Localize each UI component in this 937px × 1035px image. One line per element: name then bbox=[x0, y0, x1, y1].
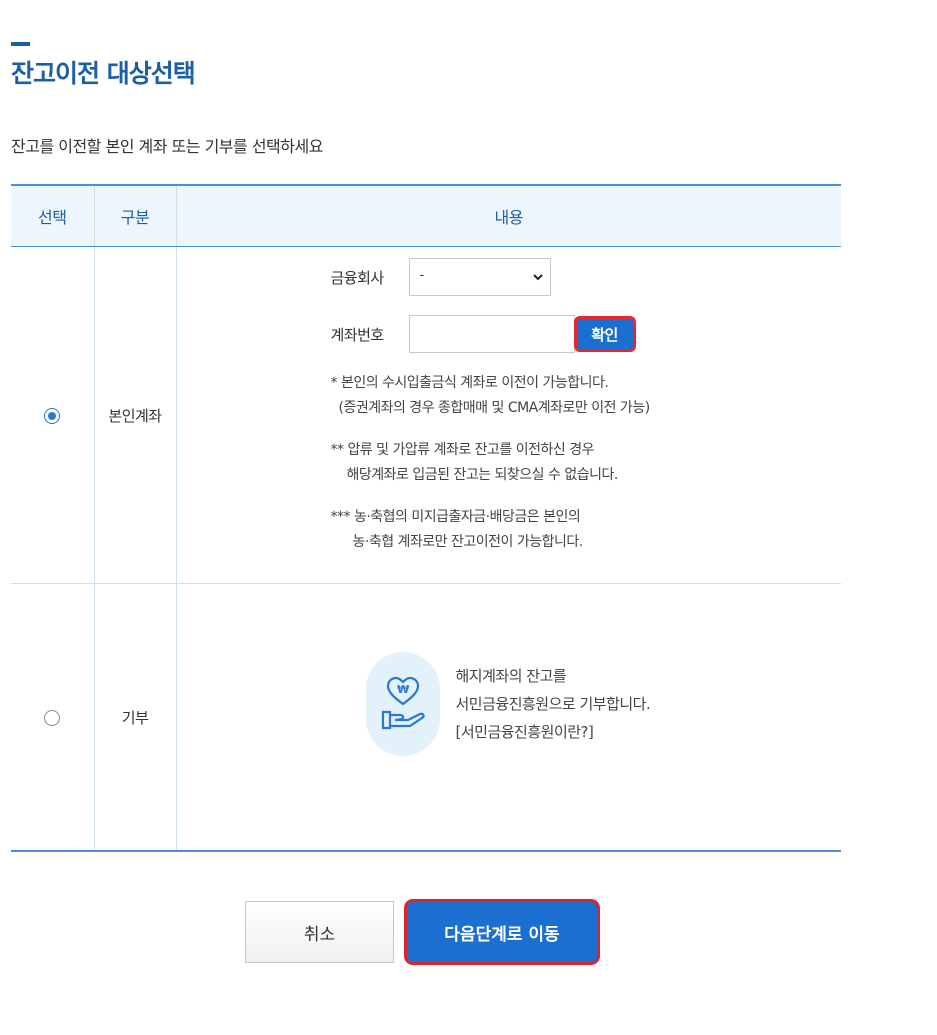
select-cell bbox=[11, 246, 95, 584]
table-header-row: 선택 구분 내용 bbox=[11, 185, 841, 247]
category-donation: 기부 bbox=[94, 583, 177, 851]
donation-text-line1: 해지계좌의 잔고를 bbox=[455, 667, 567, 685]
transfer-target-table: 선택 구분 내용 본인계좌 금융회사 - 계좌번호 확인 * 본인의 수시입출금… bbox=[11, 184, 841, 852]
note1-line1: * 본인의 수시입출금식 계좌로 이전이 가능합니다. bbox=[330, 375, 609, 391]
header-select: 선택 bbox=[11, 185, 95, 247]
account-form: 금융회사 - 계좌번호 확인 * 본인의 수시입출금식 계좌로 이전이 가능합니… bbox=[331, 257, 811, 572]
donation-description: 해지계좌의 잔고를 서민금융진흥원으로 기부합니다. [서민금융진흥원이란?] bbox=[456, 662, 651, 746]
bank-row: 금융회사 - bbox=[331, 257, 811, 297]
donation-info: ₩ 해지계좌의 잔고를 서민금융진흥원으로 기부합니다. [서민금융진흥원이란?… bbox=[365, 652, 651, 756]
chevron-down-icon bbox=[532, 274, 543, 281]
note2-line1: ** 압류 및 가압류 계좌로 잔고를 이전하신 경우 bbox=[330, 442, 595, 458]
header-category: 구분 bbox=[94, 185, 177, 247]
category-self-account: 본인계좌 bbox=[94, 246, 177, 584]
heart-won-hand-icon: ₩ bbox=[381, 676, 425, 730]
table-row-self-account: 본인계좌 금융회사 - 계좌번호 확인 * 본인의 수시입출금식 계좌로 이전이… bbox=[11, 246, 841, 584]
confirm-button[interactable]: 확인 bbox=[573, 316, 636, 352]
account-row: 계좌번호 확인 bbox=[331, 314, 811, 354]
donation-text-line2: 서민금융진흥원으로 기부합니다. bbox=[455, 695, 651, 713]
instruction-text: 잔고를 이전할 본인 계좌 또는 기부를 선택하세요 bbox=[11, 137, 323, 156]
note3-line2: 농·축협 계좌로만 잔고이전이 가능합니다. bbox=[352, 534, 584, 550]
table-row-donation: 기부 ₩ 해지계좌의 잔고를 서민금융진흥원으로 기부합니다. [서민금융진흥원… bbox=[11, 583, 841, 852]
content-self-account: 금융회사 - 계좌번호 확인 * 본인의 수시입출금식 계좌로 이전이 가능합니… bbox=[176, 246, 841, 584]
radio-donation[interactable] bbox=[44, 709, 61, 726]
bank-select[interactable]: - bbox=[408, 258, 551, 296]
next-step-button[interactable]: 다음단계로 이동 bbox=[404, 899, 600, 965]
page-title: 잔고이전 대상선택 bbox=[11, 59, 196, 88]
bank-select-value: - bbox=[419, 268, 425, 283]
donation-icon-badge: ₩ bbox=[365, 652, 440, 756]
note1-line2: (증권계좌의 경우 종합매매 및 CMA계좌로만 이전 가능) bbox=[338, 400, 651, 416]
svg-text:₩: ₩ bbox=[397, 683, 409, 696]
account-number-input[interactable] bbox=[408, 315, 575, 353]
note2-line2: 해당계좌로 입금된 잔고는 되찾으실 수 없습니다. bbox=[346, 467, 619, 483]
radio-self-account[interactable] bbox=[44, 407, 61, 424]
note-seizure: ** 압류 및 가압류 계좌로 잔고를 이전하신 경우 해당계좌로 입금된 잔고… bbox=[331, 438, 811, 488]
title-accent-bar bbox=[11, 42, 30, 46]
note-cooperative: *** 농·축협의 미지급출자금·배당금은 본인의 농·축협 계좌로만 잔고이전… bbox=[331, 505, 811, 555]
select-cell bbox=[11, 583, 95, 851]
bank-label: 금융회사 bbox=[330, 268, 385, 287]
donation-info-link[interactable]: [서민금융진흥원이란?] bbox=[456, 718, 651, 746]
note-transfer-eligibility: * 본인의 수시입출금식 계좌로 이전이 가능합니다. (증권계좌의 경우 종합… bbox=[331, 371, 811, 421]
header-content: 내용 bbox=[176, 185, 841, 247]
cancel-button[interactable]: 취소 bbox=[245, 901, 394, 963]
content-donation: ₩ 해지계좌의 잔고를 서민금융진흥원으로 기부합니다. [서민금융진흥원이란?… bbox=[176, 584, 841, 852]
account-label: 계좌번호 bbox=[330, 325, 385, 344]
note3-line1: *** 농·축협의 미지급출자금·배당금은 본인의 bbox=[330, 509, 581, 525]
